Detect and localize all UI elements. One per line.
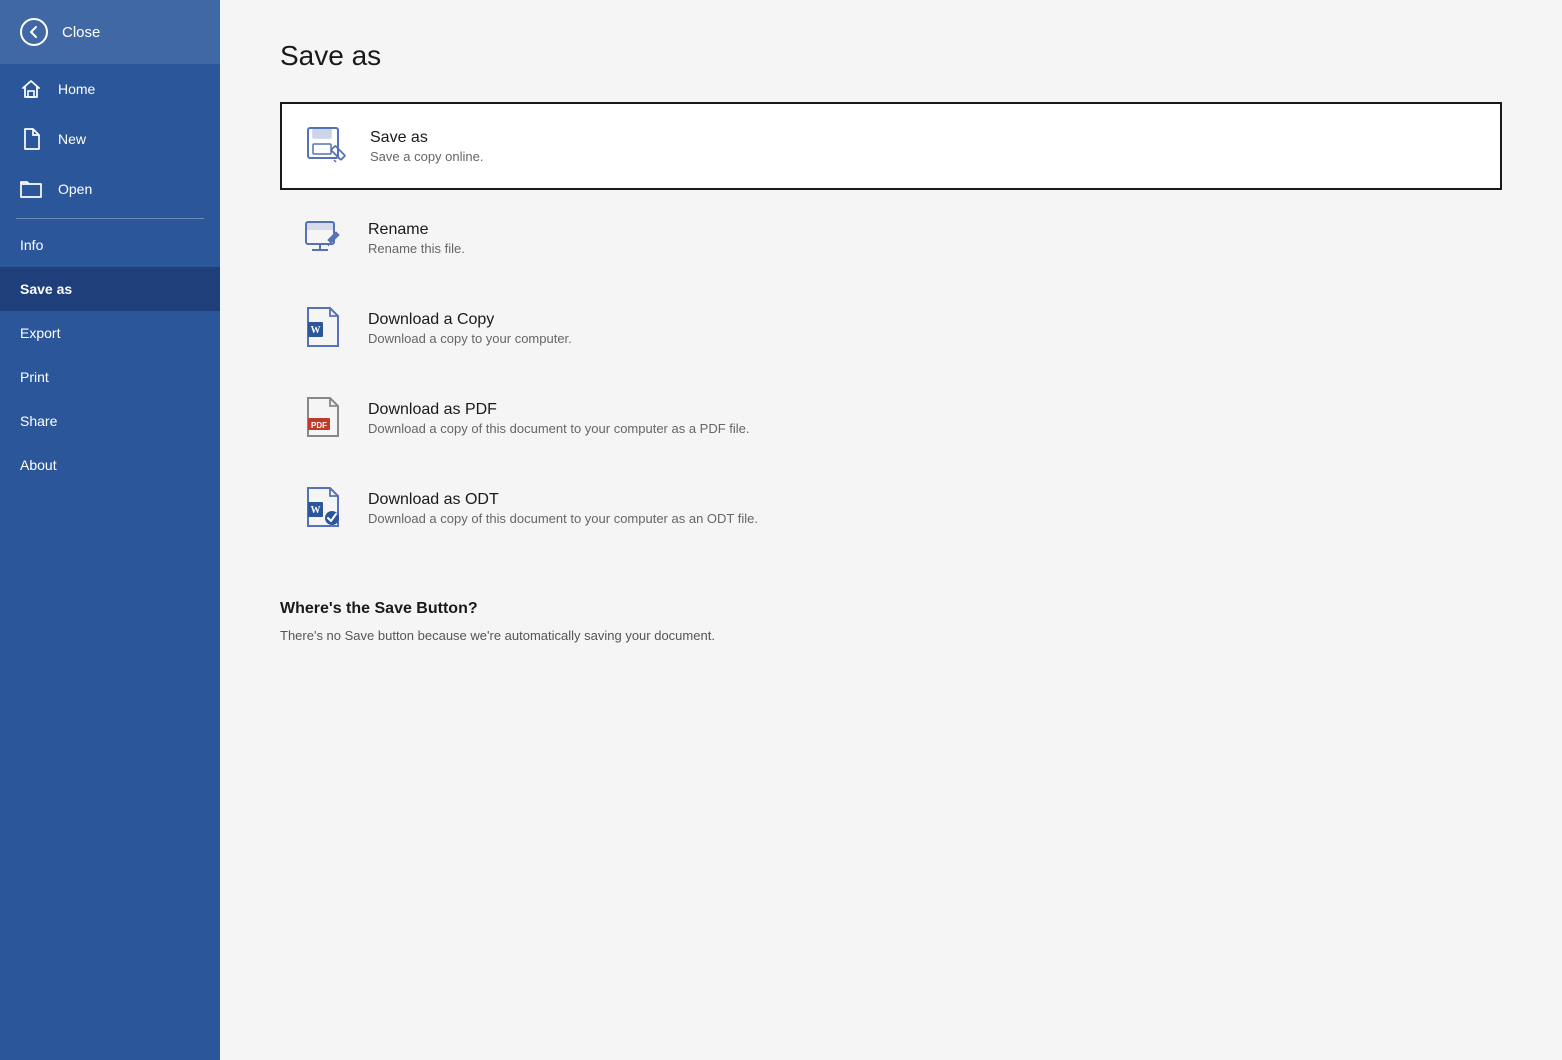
svg-text:W: W: [311, 505, 321, 516]
download-copy-icon: W: [300, 304, 348, 352]
save-as-title: Save as: [370, 129, 1480, 147]
new-label: New: [58, 131, 86, 147]
sidebar-item-print[interactable]: Print: [0, 355, 220, 399]
home-icon: [20, 78, 42, 100]
download-copy-title: Download a Copy: [368, 311, 1482, 329]
where-save-title: Where's the Save Button?: [280, 600, 1502, 618]
open-label: Open: [58, 181, 92, 197]
where-save-desc: There's no Save button because we're aut…: [280, 628, 1502, 643]
save-button-section: Where's the Save Button? There's no Save…: [280, 600, 1502, 643]
download-odt-icon: W: [300, 484, 348, 532]
sidebar-item-home[interactable]: Home: [0, 64, 220, 114]
rename-text-block: Rename Rename this file.: [368, 221, 1482, 256]
sidebar-item-share[interactable]: Share: [0, 399, 220, 443]
svg-text:PDF: PDF: [311, 421, 327, 430]
close-label: Close: [62, 24, 100, 41]
download-copy-text-block: Download a Copy Download a copy to your …: [368, 311, 1482, 346]
download-pdf-icon: PDF: [300, 394, 348, 442]
new-doc-icon: [20, 128, 42, 150]
sidebar-item-about[interactable]: About: [0, 443, 220, 487]
option-download-odt[interactable]: W Download as ODT Download a copy of thi…: [280, 466, 1502, 550]
rename-desc: Rename this file.: [368, 241, 1482, 256]
about-label: About: [20, 457, 57, 473]
option-download-copy[interactable]: W Download a Copy Download a copy to you…: [280, 286, 1502, 370]
download-odt-desc: Download a copy of this document to your…: [368, 511, 1482, 526]
save-as-label: Save as: [20, 281, 72, 297]
share-label: Share: [20, 413, 57, 429]
sidebar-divider: [16, 218, 204, 219]
download-odt-text-block: Download as ODT Download a copy of this …: [368, 491, 1482, 526]
main-content: Save as Save as Save a copy online.: [220, 0, 1562, 1060]
sidebar: Close Home New Open: [0, 0, 220, 1060]
rename-title: Rename: [368, 221, 1482, 239]
print-label: Print: [20, 369, 49, 385]
sidebar-item-open[interactable]: Open: [0, 164, 220, 214]
rename-icon: [300, 214, 348, 262]
download-pdf-desc: Download a copy of this document to your…: [368, 421, 1482, 436]
option-download-pdf[interactable]: PDF Download as PDF Download a copy of t…: [280, 376, 1502, 460]
save-as-text-block: Save as Save a copy online.: [370, 129, 1480, 164]
sidebar-item-new[interactable]: New: [0, 114, 220, 164]
save-as-icon: [302, 122, 350, 170]
export-label: Export: [20, 325, 60, 341]
save-as-desc: Save a copy online.: [370, 149, 1480, 164]
info-label: Info: [20, 237, 43, 253]
download-odt-title: Download as ODT: [368, 491, 1482, 509]
download-pdf-title: Download as PDF: [368, 401, 1482, 419]
sidebar-item-export[interactable]: Export: [0, 311, 220, 355]
back-arrow-icon: [20, 18, 48, 46]
svg-text:W: W: [311, 325, 321, 336]
option-rename[interactable]: Rename Rename this file.: [280, 196, 1502, 280]
sidebar-item-info[interactable]: Info: [0, 223, 220, 267]
home-label: Home: [58, 81, 95, 97]
download-pdf-text-block: Download as PDF Download a copy of this …: [368, 401, 1482, 436]
option-save-as[interactable]: Save as Save a copy online.: [280, 102, 1502, 190]
sidebar-item-save-as[interactable]: Save as: [0, 267, 220, 311]
close-button[interactable]: Close: [0, 0, 220, 64]
page-title: Save as: [280, 40, 1502, 72]
folder-icon: [20, 178, 42, 200]
download-copy-desc: Download a copy to your computer.: [368, 331, 1482, 346]
